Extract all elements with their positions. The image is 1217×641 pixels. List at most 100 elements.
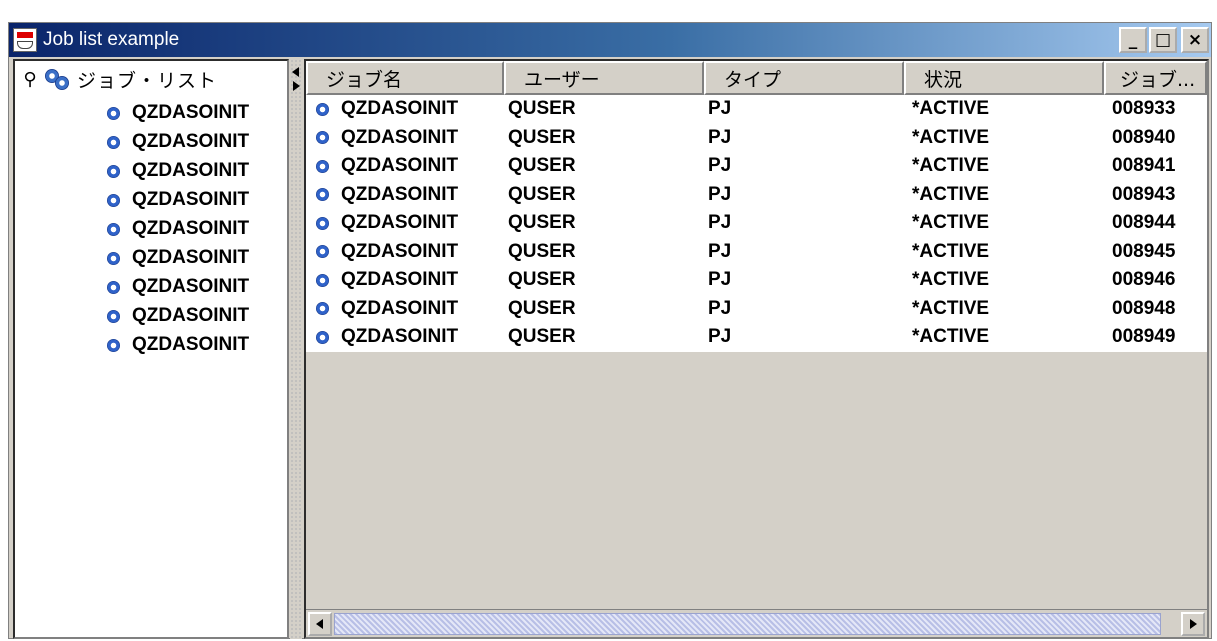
cell-job-number: 008949 (1112, 326, 1176, 348)
column-header-type[interactable]: タイプ (704, 61, 904, 95)
job-gear-icon (316, 245, 329, 259)
cell-status: *ACTIVE (912, 212, 990, 234)
cell-user: QUSER (508, 126, 576, 148)
cell-status: *ACTIVE (912, 240, 990, 262)
job-gear-icon (107, 280, 120, 294)
maximize-button[interactable]: □ (1149, 27, 1177, 53)
cell-user: QUSER (508, 297, 576, 319)
cell-job-name: QZDASOINIT (306, 184, 504, 206)
tree-item-job[interactable]: QZDASOINIT (107, 331, 249, 359)
job-gear-icon (107, 193, 120, 207)
cell-job-name: QZDASOINIT (306, 269, 504, 291)
job-name-text: QZDASOINIT (341, 155, 459, 177)
cell-job-number: 008940 (1112, 126, 1176, 148)
title-bar[interactable]: Job list example _ □ × (9, 23, 1211, 57)
cell-user: QUSER (508, 155, 576, 177)
job-gear-icon (316, 188, 329, 202)
tree-item-label: QZDASOINIT (132, 160, 250, 181)
tree-item-job[interactable]: QZDASOINIT (107, 157, 249, 185)
tree-item-job[interactable]: QZDASOINIT (107, 244, 249, 272)
job-list-gears-icon (45, 67, 71, 91)
cell-type: PJ (708, 183, 732, 205)
window-title: Job list example (43, 29, 180, 50)
table-row[interactable]: QZDASOINIT QUSER PJ *ACTIVE 008949 (306, 323, 1207, 352)
job-tree-panel: ⚲ ジョブ・リスト QZDASOINIT QZDASOINIT QZDASOINIT… (13, 59, 289, 639)
cell-type: PJ (708, 240, 732, 262)
cell-job-name: QZDASOINIT (306, 212, 504, 234)
collapse-right-icon[interactable] (293, 81, 300, 91)
cell-job-number: 008943 (1112, 183, 1176, 205)
cell-type: PJ (708, 269, 732, 291)
job-gear-icon (107, 135, 120, 149)
table-row[interactable]: QZDASOINIT QUSER PJ *ACTIVE 008943 (306, 181, 1207, 210)
column-header-job-name[interactable]: ジョブ名 (306, 61, 504, 95)
minimize-button[interactable]: _ (1119, 27, 1147, 53)
job-gear-icon (107, 222, 120, 236)
job-gear-icon (316, 159, 329, 173)
horizontal-scrollbar[interactable] (306, 609, 1207, 637)
cell-job-name: QZDASOINIT (306, 155, 504, 177)
job-gear-icon (316, 216, 329, 230)
job-gear-icon (316, 302, 329, 316)
job-name-text: QZDASOINIT (341, 98, 459, 120)
scrollbar-thumb[interactable] (334, 613, 1161, 635)
tree-item-job[interactable]: QZDASOINIT (107, 215, 249, 243)
cell-type: PJ (708, 212, 732, 234)
job-gear-icon (107, 309, 120, 323)
tree-handle-icon[interactable]: ⚲ (21, 69, 39, 90)
column-header-user[interactable]: ユーザー (504, 61, 704, 95)
scroll-left-icon[interactable] (308, 612, 332, 636)
cell-type: PJ (708, 297, 732, 319)
cell-job-number: 008946 (1112, 269, 1176, 291)
table-row[interactable]: QZDASOINIT QUSER PJ *ACTIVE 008946 (306, 266, 1207, 295)
tree-root-node[interactable]: ⚲ ジョブ・リスト (21, 65, 217, 93)
job-gear-icon (316, 330, 329, 344)
job-gear-icon (107, 251, 120, 265)
table-row[interactable]: QZDASOINIT QUSER PJ *ACTIVE 008933 (306, 95, 1207, 124)
tree-item-label: QZDASOINIT (132, 247, 250, 268)
cell-type: PJ (708, 326, 732, 348)
cell-job-name: QZDASOINIT (306, 326, 504, 348)
cell-job-name: QZDASOINIT (306, 98, 504, 120)
cell-job-name: QZDASOINIT (306, 127, 504, 149)
job-name-text: QZDASOINIT (341, 297, 459, 319)
tree-item-job[interactable]: QZDASOINIT (107, 128, 249, 156)
cell-status: *ACTIVE (912, 183, 990, 205)
job-name-text: QZDASOINIT (341, 212, 459, 234)
table-row[interactable]: QZDASOINIT QUSER PJ *ACTIVE 008940 (306, 124, 1207, 153)
column-header-status[interactable]: 状況 (904, 61, 1104, 95)
tree-item-label: QZDASOINIT (132, 334, 250, 355)
job-name-text: QZDASOINIT (341, 269, 459, 291)
window-controls: _ □ × (1119, 27, 1209, 53)
split-pane-divider[interactable] (290, 59, 302, 639)
tree-root-label: ジョブ・リスト (77, 69, 218, 92)
cell-user: QUSER (508, 240, 576, 262)
job-name-text: QZDASOINIT (341, 183, 459, 205)
tree-item-job[interactable]: QZDASOINIT (107, 99, 249, 127)
tree-item-job[interactable]: QZDASOINIT (107, 273, 249, 301)
cell-user: QUSER (508, 212, 576, 234)
close-button[interactable]: × (1181, 27, 1209, 53)
job-gear-icon (316, 102, 329, 116)
scroll-right-icon[interactable] (1181, 612, 1205, 636)
job-name-text: QZDASOINIT (341, 326, 459, 348)
tree-item-label: QZDASOINIT (132, 305, 250, 326)
table-row[interactable]: QZDASOINIT QUSER PJ *ACTIVE 008945 (306, 238, 1207, 267)
tree-item-label: QZDASOINIT (132, 218, 250, 239)
cell-status: *ACTIVE (912, 155, 990, 177)
table-row[interactable]: QZDASOINIT QUSER PJ *ACTIVE 008948 (306, 295, 1207, 324)
cell-status: *ACTIVE (912, 126, 990, 148)
tree-item-job[interactable]: QZDASOINIT (107, 302, 249, 330)
table-row[interactable]: QZDASOINIT QUSER PJ *ACTIVE 008944 (306, 209, 1207, 238)
tree-item-job[interactable]: QZDASOINIT (107, 186, 249, 214)
cell-user: QUSER (508, 98, 576, 120)
table-row[interactable]: QZDASOINIT QUSER PJ *ACTIVE 008941 (306, 152, 1207, 181)
collapse-left-icon[interactable] (292, 67, 299, 77)
job-gear-icon (107, 164, 120, 178)
cell-user: QUSER (508, 326, 576, 348)
cell-status: *ACTIVE (912, 269, 990, 291)
table-body: QZDASOINIT QUSER PJ *ACTIVE 008933 QZDASOINIT… (306, 95, 1207, 352)
job-gear-icon (316, 273, 329, 287)
job-gear-icon (316, 131, 329, 145)
column-header-job-number[interactable]: ジョブ... (1104, 61, 1207, 95)
